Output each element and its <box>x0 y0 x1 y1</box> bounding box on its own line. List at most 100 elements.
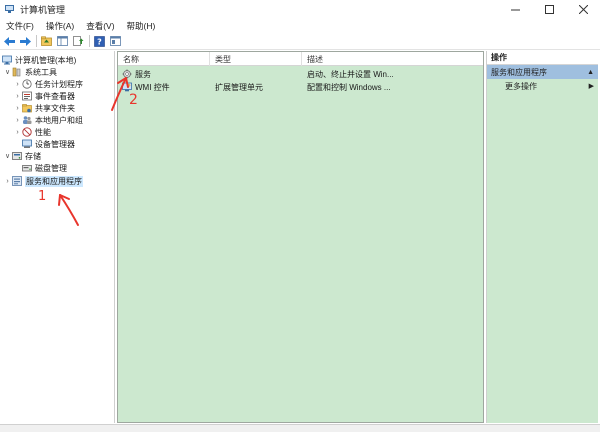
menu-bar: 文件(F) 操作(A) 查看(V) 帮助(H) <box>0 18 600 33</box>
tree-item-performance[interactable]: › 性能 <box>13 126 51 138</box>
minimize-button[interactable] <box>498 0 532 18</box>
minimize-icon <box>510 9 520 10</box>
list-item-services[interactable]: 服务 启动、终止并设置 Win... <box>118 68 483 80</box>
svg-text:?: ? <box>97 37 102 46</box>
description-cell: 配置和控制 Windows ... <box>307 82 391 92</box>
help-button[interactable]: ? <box>93 35 106 48</box>
performance-icon <box>22 127 32 137</box>
tree-item-system-tools[interactable]: ∨ 系统工具 <box>3 66 57 78</box>
disk-icon <box>22 163 32 173</box>
list-item-wmi[interactable]: WMI 控件 扩展管理单元 配置和控制 Windows ... <box>118 81 483 93</box>
close-icon <box>578 4 588 14</box>
expand-icon[interactable]: › <box>13 81 22 88</box>
more-actions-item[interactable]: 更多操作 ▶ <box>487 79 598 93</box>
tree-item-storage[interactable]: ∨ 存储 <box>3 150 41 162</box>
expand-icon[interactable]: › <box>13 117 22 124</box>
status-bar <box>0 424 600 432</box>
folder-up-icon <box>41 36 52 46</box>
help-icon: ? <box>94 35 105 47</box>
properties-icon <box>110 36 121 46</box>
clock-icon <box>22 79 32 89</box>
close-button[interactable] <box>566 0 600 18</box>
menu-help[interactable]: 帮助(H) <box>121 20 162 32</box>
tree-item-services-apps[interactable]: › 服务和应用程序 <box>3 175 83 187</box>
tree-label: 任务计划程序 <box>35 79 83 89</box>
tree-label: 事件查看器 <box>35 91 75 101</box>
result-pane: 名称 类型 描述 服务 启动、终止并设置 Win... WMI 控件 扩展管理单… <box>117 51 484 423</box>
toolbar-separator <box>36 35 37 47</box>
back-button[interactable] <box>3 35 16 48</box>
shared-folder-icon <box>22 103 32 113</box>
console-tree-icon <box>57 36 68 46</box>
item-name: 服务 <box>135 69 151 79</box>
computer-management-icon <box>5 4 15 14</box>
column-header-type[interactable]: 类型 <box>210 52 302 66</box>
tree-label: 设备管理器 <box>35 139 75 149</box>
forward-arrow-icon <box>20 36 31 46</box>
show-hide-tree-button[interactable] <box>56 35 69 48</box>
expand-icon[interactable]: › <box>13 105 22 112</box>
console-tree: 计算机管理(本地) ∨ 系统工具 › 任务计划程序 › 事件查看器 › 共享文件… <box>0 51 115 423</box>
column-header-name[interactable]: 名称 <box>118 52 210 66</box>
wmi-control-icon <box>122 82 132 92</box>
tree-label: 存储 <box>25 151 41 161</box>
tree-item-event-viewer[interactable]: › 事件查看器 <box>13 90 75 102</box>
tree-item-device-manager[interactable]: 设备管理器 <box>22 138 75 150</box>
tree-label: 本地用户和组 <box>35 115 83 125</box>
properties-button[interactable] <box>109 35 122 48</box>
computer-icon <box>2 55 12 65</box>
section-label: 服务和应用程序 <box>491 67 547 77</box>
actions-title: 操作 <box>487 51 598 65</box>
forward-button[interactable] <box>19 35 32 48</box>
collapse-icon[interactable]: ∨ <box>3 152 12 160</box>
maximize-button[interactable] <box>532 0 566 18</box>
storage-icon <box>12 151 22 161</box>
export-list-button[interactable] <box>72 35 85 48</box>
menu-view[interactable]: 查看(V) <box>80 20 120 32</box>
tree-item-shared-folders[interactable]: › 共享文件夹 <box>13 102 75 114</box>
tree-item-task-scheduler[interactable]: › 任务计划程序 <box>13 78 83 90</box>
item-name: WMI 控件 <box>135 82 170 92</box>
tree-label: 磁盘管理 <box>35 163 67 173</box>
system-tools-icon <box>12 67 22 77</box>
tree-item-disk-management[interactable]: 磁盘管理 <box>22 162 67 174</box>
menu-file[interactable]: 文件(F) <box>0 20 40 32</box>
services-icon <box>122 69 132 79</box>
tree-label: 性能 <box>35 127 51 137</box>
tree-label: 计算机管理(本地) <box>15 55 77 65</box>
chevron-up-icon[interactable]: ▲ <box>587 69 594 76</box>
back-arrow-icon <box>4 36 15 46</box>
more-actions-label: 更多操作 <box>505 81 537 91</box>
services-apps-icon <box>12 176 22 186</box>
name-cell: 服务 <box>118 68 210 80</box>
list-header: 名称 类型 描述 <box>118 52 483 66</box>
maximize-icon <box>544 4 554 14</box>
window-title: 计算机管理 <box>20 4 66 15</box>
tree-label: 服务和应用程序 <box>25 175 83 187</box>
actions-section-services-apps[interactable]: 服务和应用程序 ▲ <box>487 65 598 79</box>
device-manager-icon <box>22 139 32 149</box>
tree-item-local-users[interactable]: › 本地用户和组 <box>13 114 83 126</box>
users-icon <box>22 115 32 125</box>
type-cell <box>210 68 302 80</box>
name-cell: WMI 控件 <box>118 81 210 93</box>
menu-action[interactable]: 操作(A) <box>40 20 80 32</box>
title-bar: 计算机管理 <box>0 0 600 18</box>
window-controls <box>498 0 600 18</box>
toolbar-separator <box>89 35 90 47</box>
actions-pane: 操作 服务和应用程序 ▲ 更多操作 ▶ <box>486 51 598 423</box>
expand-icon[interactable]: › <box>3 178 12 185</box>
toolbar: ? <box>0 33 600 50</box>
tree-item-root[interactable]: 计算机管理(本地) <box>2 54 76 66</box>
expand-icon[interactable]: › <box>13 93 22 100</box>
column-header-description[interactable]: 描述 <box>302 52 483 66</box>
tree-label: 系统工具 <box>25 67 57 77</box>
expand-icon[interactable]: › <box>13 129 22 136</box>
up-level-button[interactable] <box>40 35 53 48</box>
tree-label: 共享文件夹 <box>35 103 75 113</box>
export-icon <box>73 36 84 46</box>
chevron-right-icon: ▶ <box>588 83 594 90</box>
collapse-icon[interactable]: ∨ <box>3 68 12 76</box>
description-cell: 启动、终止并设置 Win... <box>307 69 394 79</box>
event-viewer-icon <box>22 91 32 101</box>
